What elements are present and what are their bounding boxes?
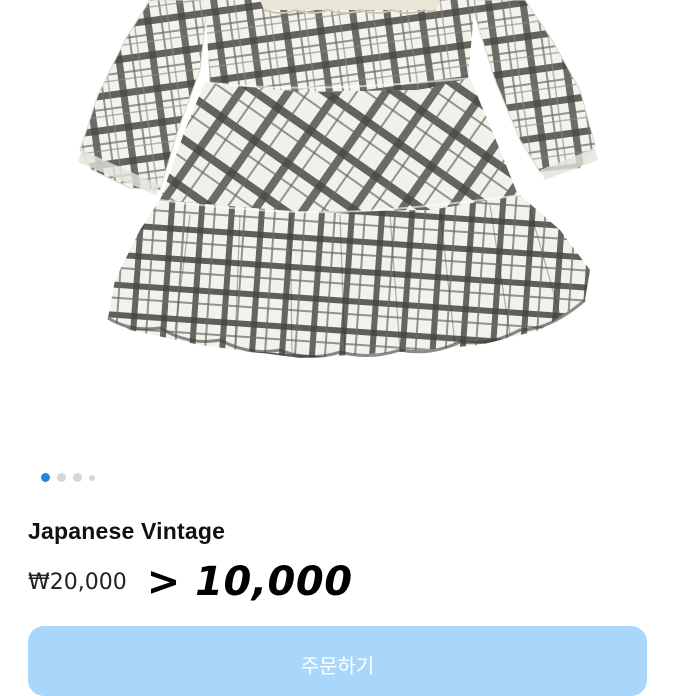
image-pager[interactable]	[41, 473, 95, 482]
pager-dot-active[interactable]	[41, 473, 50, 482]
sale-price: > 10,000	[146, 559, 353, 605]
order-button[interactable]: 주문하기	[28, 626, 647, 696]
pager-dot[interactable]	[89, 474, 95, 481]
product-photo[interactable]	[0, 0, 675, 460]
original-price: ₩20,000	[28, 569, 127, 595]
order-button-label: 주문하기	[300, 654, 375, 678]
plaid-dress-image	[78, 0, 598, 358]
product-title: Japanese Vintage	[28, 518, 226, 544]
pager-dot[interactable]	[57, 473, 66, 482]
price-row: ₩20,000 > 10,000	[28, 558, 353, 606]
pager-dot[interactable]	[73, 473, 82, 482]
